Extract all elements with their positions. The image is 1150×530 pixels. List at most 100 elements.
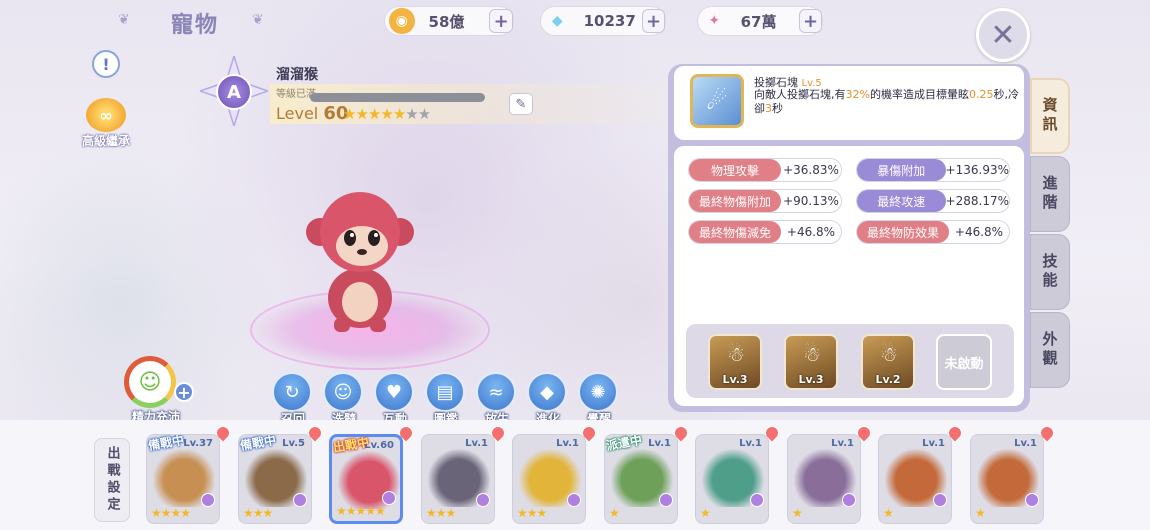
element-badge-icon (750, 493, 764, 507)
stat-name: 最終攻速 (857, 190, 946, 212)
passive-skill-1[interactable]: ☃ Lv.3 (708, 334, 762, 390)
element-badge-icon (293, 493, 307, 507)
skill-description: 向敵人投擲石塊,有32%的機率造成目標暈眩0.25秒,冷卻3秒 (754, 88, 1020, 116)
roster-pet-card[interactable]: Lv.1 ★ (970, 434, 1044, 524)
tab-info[interactable]: 資訊 (1030, 78, 1070, 154)
currency-crystal: ✦ 67萬 + (697, 6, 823, 36)
release-icon: ≈ (476, 372, 516, 412)
action-button[interactable]: ◆ 進化 (527, 372, 569, 427)
pet-card-level: Lv.5 (282, 438, 305, 449)
roster-pet-card[interactable]: Lv.1 ★★★ (421, 434, 495, 524)
action-button[interactable]: ▤ 圖鑑 (425, 372, 467, 427)
star-filled-icon: ★ (343, 105, 356, 123)
rename-button[interactable]: ✎ (509, 93, 533, 115)
smiley-icon: ☺ (138, 369, 162, 395)
diamond-icon: ◆ (551, 13, 563, 29)
element-badge-icon (659, 493, 673, 507)
pet-card-level: Lv.1 (922, 438, 945, 449)
grade-badge: A (216, 74, 252, 110)
pet-card-level: Lv.1 (648, 438, 671, 449)
action-button[interactable]: ♥ 互動 (374, 372, 416, 427)
throw-stone-skill-icon[interactable]: ☄ (690, 74, 744, 128)
roster-pet-card[interactable]: Lv.1 ★ (695, 434, 769, 524)
pet-card-stars: ★★★★★ (336, 504, 386, 518)
pet-model-monkey[interactable] (300, 180, 420, 340)
element-badge-icon (201, 493, 215, 507)
pet-card-level: Lv.1 (739, 438, 762, 449)
tab-advance[interactable]: 進階 (1030, 156, 1070, 232)
action-bar: ↻ 召回 ☺ 洗髓 ♥ 互動 ▤ 圖鑑 ≈ 放生 ◆ 進化 ✺ 覺醒 (272, 372, 620, 427)
roster-pet-card[interactable]: Lv.1 ★ (878, 434, 952, 524)
energy-add-button[interactable]: + (174, 382, 194, 402)
skill-desc-part: 的機率造成目標暈眩 (869, 88, 969, 101)
currency-diamond: ◆ 10237 + (540, 6, 666, 36)
element-badge-icon (933, 493, 947, 507)
action-button[interactable]: ✺ 覺醒 (578, 372, 620, 427)
stat-value: +136.93% (945, 163, 1009, 177)
skill-desc-cooldown: 3 (765, 102, 772, 115)
action-button[interactable]: ≈ 放生 (476, 372, 518, 427)
locked-skill-slot[interactable]: 未啟動 (936, 334, 992, 390)
pet-card-stars: ★ (700, 506, 711, 520)
book-icon: ▤ (425, 372, 465, 412)
roster-pet-card[interactable]: Lv.1 ★ (787, 434, 861, 524)
recall-icon: ↻ (272, 372, 312, 412)
energy-widget[interactable]: ☺ + 精力充沛 (118, 356, 194, 425)
pencil-icon: ✎ (515, 96, 527, 112)
pet-card-stars: ★ (609, 506, 620, 520)
passive-skill-2[interactable]: ☃ Lv.3 (784, 334, 838, 390)
stat-row: 最終物防效果 +46.8% (856, 220, 1010, 244)
add-gold-button[interactable]: + (489, 9, 513, 33)
stat-value: +288.17% (945, 194, 1009, 208)
roster-pet-card[interactable]: Lv.37 ★★★★ 備戰中 (146, 434, 220, 524)
stat-value: +46.8% (786, 225, 836, 239)
element-badge-icon (1025, 493, 1039, 507)
stat-row: 最終攻速 +288.17% (856, 189, 1010, 213)
stat-value: +90.13% (783, 194, 839, 208)
stat-row: 物理攻擊 +36.83% (688, 158, 842, 182)
passive-skill-level: Lv.3 (798, 373, 824, 386)
star-filled-icon: ★ (355, 105, 368, 123)
stat-row: 最終物傷附加 +90.13% (688, 189, 842, 213)
evolve-icon: ◆ (527, 372, 567, 412)
skill-desc-duration: 0.25 (968, 88, 994, 101)
awaken-icon: ✺ (578, 372, 618, 412)
currency-gold: ◉ 58億 + (384, 6, 514, 36)
close-button[interactable]: ✕ (976, 8, 1030, 62)
roster-pet-card[interactable]: Lv.60 ★★★★★ 出戰中 (329, 434, 403, 524)
pet-card-level: Lv.1 (556, 438, 579, 449)
roster-pet-card[interactable]: Lv.1 ★★★ (512, 434, 586, 524)
passive-skill-level: Lv.2 (875, 373, 901, 386)
info-button[interactable]: ! (92, 50, 120, 78)
wing-right-icon: ❦ (252, 12, 264, 28)
action-button[interactable]: ↻ 召回 (272, 372, 314, 427)
skill-desc-part: 向敵人投擲石塊,有 (754, 88, 846, 101)
pet-card-stars: ★★★ (517, 506, 547, 520)
currency-diamond-value: 10237 (583, 12, 636, 30)
figure-icon: ☃ (727, 342, 745, 366)
advanced-inherit-button[interactable]: ∞ 高級繼承 (76, 98, 136, 149)
pet-card-stars: ★★★★ (151, 506, 191, 520)
passive-skill-level: Lv.3 (722, 373, 748, 386)
grade-emblem: A (200, 56, 268, 126)
roster-pet-card[interactable]: Lv.5 ★★★ 備戰中 (238, 434, 312, 524)
element-badge-icon (842, 493, 856, 507)
roster-pet-card[interactable]: Lv.1 ★ 派遣中 (604, 434, 678, 524)
tab-appearance[interactable]: 外觀 (1030, 312, 1070, 388)
pet-card-level: Lv.1 (831, 438, 854, 449)
gold-coin-icon: ◉ (389, 8, 415, 34)
pet-card-stars: ★ (792, 506, 803, 520)
tab-skills[interactable]: 技能 (1030, 234, 1070, 310)
stat-name: 最終物傷減免 (689, 221, 781, 243)
currency-gold-value: 58億 (428, 12, 465, 31)
star-empty-icon: ★ (405, 105, 418, 123)
title-wrap: 寵物 (115, 6, 275, 40)
add-diamond-button[interactable]: + (642, 9, 665, 33)
pet-star-rating: ★★★★★★★ (343, 105, 431, 123)
add-crystal-button[interactable]: + (799, 9, 822, 33)
level-label: Level 60 (276, 103, 348, 124)
passive-skill-3[interactable]: ☃ Lv.2 (861, 334, 915, 390)
stat-value: +46.8% (954, 225, 1004, 239)
deploy-settings-button[interactable]: 出戰設定 (94, 438, 130, 522)
action-button[interactable]: ☺ 洗髓 (323, 372, 365, 427)
